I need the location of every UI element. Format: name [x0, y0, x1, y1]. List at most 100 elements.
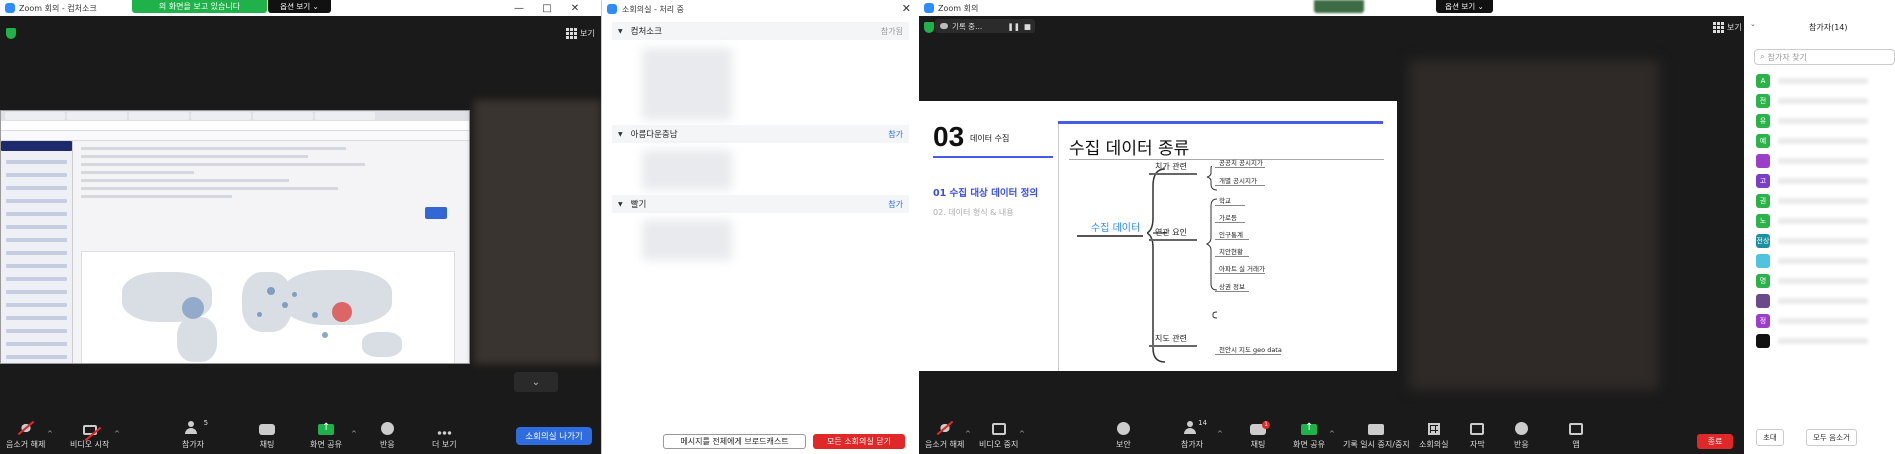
participant-avatar[interactable]: 명 [1756, 274, 1770, 288]
close-icon[interactable]: ✕ [561, 0, 589, 16]
collapse-thumbnails-button[interactable]: ⌄ [514, 372, 558, 392]
breakout-title-bar: 소회의실 - 처리 중 [602, 0, 919, 18]
audio-options-caret-icon[interactable]: ^ [965, 430, 971, 438]
captions-icon [1470, 423, 1485, 435]
recording-indicator: 기록 중... ❚❚ ■ [935, 19, 1035, 33]
participant-name-blurred [1778, 178, 1868, 184]
breakout-room-row[interactable]: ▼ 아름다운충남 참가 [612, 125, 909, 143]
breakout-rooms-button[interactable]: 소회의실 [1419, 423, 1448, 450]
participant-avatar[interactable] [1756, 154, 1770, 168]
view-options-button[interactable]: 옵션 보기 ⌄ [268, 0, 331, 13]
stop-video-button[interactable]: 비디오 중지 [979, 423, 1018, 450]
unmute-button[interactable]: 음소거 해제 [925, 421, 964, 450]
security-shield-icon [6, 28, 16, 39]
share-screen-button[interactable]: 화면 공유 [310, 422, 342, 450]
participant-avatar[interactable] [1756, 254, 1770, 268]
video-options-caret-icon[interactable]: ^ [1019, 430, 1025, 438]
tree-group-underline [1149, 345, 1197, 347]
participants-button[interactable]: 5 참가자 [182, 419, 208, 450]
apps-button[interactable]: 앱 [1569, 423, 1583, 450]
participant-avatar[interactable]: 노 [1756, 214, 1770, 228]
participant-avatar[interactable] [1756, 334, 1770, 348]
stop-record-icon[interactable]: ■ [1024, 22, 1031, 31]
participant-avatar[interactable]: 정 [1756, 314, 1770, 328]
participants-button[interactable]: 14 참가자 [1181, 419, 1207, 450]
record-control-button[interactable]: 기록 일시 중지/중지 [1343, 424, 1410, 450]
more-icon [436, 431, 452, 435]
participant-avatar[interactable]: 예 [1756, 134, 1770, 148]
close-all-rooms-label: 모든 소회의실 닫기 [827, 437, 891, 446]
shared-page-search-button [425, 207, 447, 219]
more-button[interactable]: 더 보기 [432, 425, 457, 450]
security-icon [1116, 422, 1130, 435]
participant-name-blurred [1778, 138, 1868, 144]
share-screen-icon [1300, 422, 1317, 435]
view-options-label: 옵션 보기 ⌄ [280, 2, 319, 11]
participant-search-input[interactable]: ⌕ 참가자 찾기 [1754, 49, 1895, 65]
chat-unread-badge: 1 [1262, 421, 1270, 429]
close-all-rooms-button[interactable]: 모든 소회의실 닫기 [813, 434, 905, 449]
left-zoom-window: Zoom 회의 - 컴처소크 — □ ✕ 의 화면을 보고 있습니다 옵션 보기… [0, 0, 601, 454]
breakout-dialog-title: 소회의실 - 처리 중 [622, 4, 685, 14]
chat-button[interactable]: 1 채팅 [1250, 421, 1270, 450]
share-options-caret-icon[interactable]: ^ [1329, 430, 1335, 438]
participant-avatar[interactable]: 유 [1756, 114, 1770, 128]
reactions-button[interactable]: 반응 [1514, 422, 1529, 450]
close-icon[interactable]: ✕ [902, 2, 911, 15]
captions-label: 자막 [1470, 440, 1485, 449]
view-layout-button[interactable]: 보기 [566, 28, 595, 39]
broadcast-message-label: 메시지를 전체에게 브로드캐스트 [680, 437, 789, 446]
breakout-room-row[interactable]: ▼ 빨기 참가 [612, 195, 909, 213]
video-off-icon [82, 425, 97, 435]
chat-button[interactable]: 채팅 [259, 424, 275, 450]
participants-label: 참가자 [1181, 440, 1204, 449]
share-options-caret-icon[interactable]: ^ [351, 430, 357, 438]
participant-avatar[interactable]: 전상 [1756, 234, 1770, 248]
join-room-link[interactable]: 참가 [888, 129, 903, 140]
participant-avatar[interactable]: 권 [1756, 194, 1770, 208]
end-meeting-button[interactable]: 종료 [1697, 434, 1733, 449]
minimize-icon[interactable]: — [505, 0, 533, 16]
security-button[interactable]: 보안 [1116, 422, 1131, 450]
maximize-icon[interactable]: □ [533, 0, 561, 16]
grid-view-icon [1713, 22, 1724, 33]
presenter-banner-blurred [1314, 0, 1364, 13]
slide-divider [1058, 124, 1059, 371]
start-video-button[interactable]: 비디오 시작 [70, 425, 109, 450]
invite-button[interactable]: 초대 [1756, 429, 1784, 446]
shared-screen-content [0, 110, 470, 364]
stop-video-label: 비디오 중지 [979, 440, 1019, 449]
view-options-button[interactable]: 옵션 보기 ⌄ [1436, 0, 1493, 13]
participant-avatar[interactable]: 전 [1756, 94, 1770, 108]
captions-button[interactable]: 자막 [1470, 423, 1485, 450]
browser-address-bar [1, 121, 469, 131]
participant-name-blurred [1778, 278, 1868, 284]
broadcast-message-button[interactable]: 메시지를 전체에게 브로드캐스트 [663, 434, 806, 449]
participant-avatar[interactable]: 고 [1756, 174, 1770, 188]
join-room-link[interactable]: 참가 [888, 199, 903, 210]
share-screen-button[interactable]: 화면 공유 [1293, 422, 1325, 450]
panel-collapse-icon[interactable]: ⌄ [1750, 20, 1756, 28]
reactions-button[interactable]: 반응 [380, 422, 395, 450]
participant-name-blurred [1778, 298, 1868, 304]
participants-icon: 14 [1184, 419, 1207, 435]
audio-options-caret-icon[interactable]: ^ [47, 430, 53, 438]
participants-count: 5 [203, 419, 209, 427]
view-layout-button[interactable]: 보기 [1713, 22, 1742, 33]
breakout-room-row[interactable]: ▼ 컴처소크 참가됨 [612, 22, 909, 40]
leave-breakout-button[interactable]: 소회의실 나가기 [516, 427, 592, 445]
pause-record-icon[interactable]: ❚❚ [1007, 22, 1020, 31]
view-options-label: 옵션 보기 ⌄ [1445, 2, 1484, 11]
breakout-rooms-dialog: 소회의실 - 처리 중 ✕ ▼ 컴처소크 참가됨 ▼ 아름다운충남 참가 ▼ 빨… [601, 0, 919, 454]
participant-avatar[interactable] [1756, 294, 1770, 308]
shared-slide: 03 데이터 수집 01 수집 대상 데이터 정의 02. 데이터 형식 & 내… [919, 101, 1397, 371]
chat-label: 채팅 [1250, 440, 1266, 449]
tree-item: 인구통계 [1219, 231, 1243, 239]
mute-all-button[interactable]: 모두 음소거 [1806, 429, 1857, 446]
video-options-caret-icon[interactable]: ^ [114, 430, 120, 438]
slide-menu-inactive: 02. 데이터 형식 & 내용 [933, 208, 1014, 217]
participants-panel: ⌄ 참가자(14) ⌕ 참가자 찾기 A 전 유 예 고 권 노 전상 명 정 초대 모두 음소거 [1744, 14, 1895, 454]
unmute-button[interactable]: 음소거 해제 [6, 421, 45, 450]
participants-caret-icon[interactable]: ^ [1217, 430, 1223, 438]
participant-avatar[interactable]: A [1756, 74, 1770, 88]
